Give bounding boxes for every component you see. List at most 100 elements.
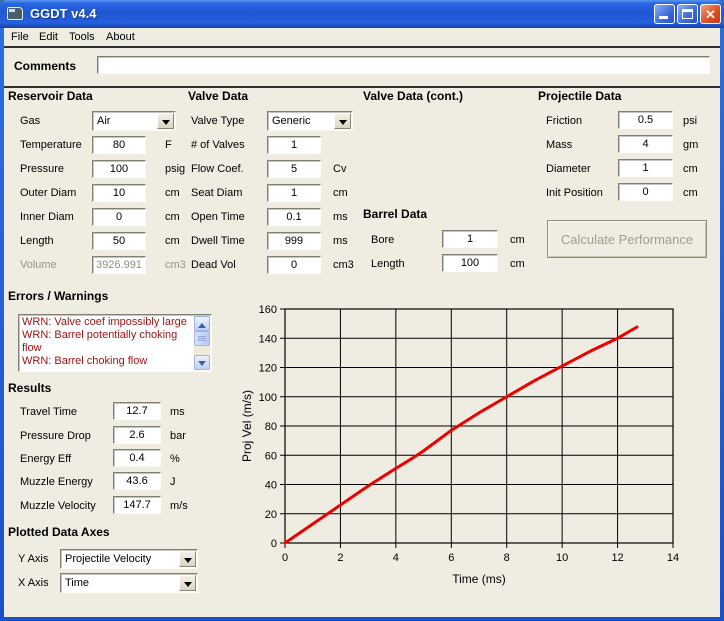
svg-text:2: 2	[337, 552, 343, 564]
maximize-button[interactable]	[677, 4, 698, 24]
svg-text:Proj Vel (m/s): Proj Vel (m/s)	[240, 390, 254, 462]
comments-input[interactable]	[97, 56, 710, 74]
calculate-performance-button[interactable]: Calculate Performance	[547, 220, 707, 258]
reservoir-data-header: Reservoir Data	[8, 89, 93, 103]
ggdt-window: GGDT v4.4 ✕ File Edit Tools About Commen…	[0, 0, 724, 621]
divider	[4, 46, 720, 48]
gas-select[interactable]: Air	[92, 111, 176, 131]
temperature-input[interactable]	[92, 136, 146, 154]
svg-text:6: 6	[448, 552, 454, 564]
grip-icon	[198, 336, 206, 341]
barrel-length-label: Length	[371, 258, 405, 270]
dropdown-arrow-button[interactable]	[157, 113, 174, 129]
chevron-down-icon	[183, 582, 192, 591]
diameter-label: Diameter	[546, 163, 591, 175]
chevron-down-icon	[183, 558, 192, 567]
close-button[interactable]: ✕	[700, 4, 721, 24]
pressure-drop-label: Pressure Drop	[20, 430, 91, 442]
menu-item-about[interactable]: About	[103, 30, 138, 44]
outer-diam-input[interactable]	[92, 184, 146, 202]
muzzle-energy-field[interactable]	[113, 472, 161, 490]
svg-text:60: 60	[265, 450, 277, 462]
flow-coef-unit: Cv	[333, 163, 347, 175]
volume-unit: cm3	[165, 259, 186, 271]
menubar: File Edit Tools About	[4, 28, 720, 46]
window-controls: ✕	[654, 4, 721, 24]
scroll-down-button[interactable]	[194, 355, 210, 370]
reservoir-length-input[interactable]	[92, 232, 146, 250]
chevron-down-icon	[161, 120, 170, 129]
valve-type-select[interactable]: Generic	[267, 111, 353, 131]
dwell-time-input[interactable]	[267, 232, 321, 250]
flow-coef-label: Flow Coef.	[191, 163, 244, 175]
comments-label: Comments	[14, 59, 77, 73]
diameter-unit: cm	[683, 163, 698, 175]
errors-scrollbar[interactable]	[194, 316, 210, 370]
valve-data-header: Valve Data	[188, 89, 249, 103]
outer-diam-label: Outer Diam	[20, 187, 77, 199]
errors-listbox[interactable]: WRN: Valve coef impossibly large WRN: Ba…	[18, 314, 212, 372]
errors-text: WRN: Valve coef impossibly large WRN: Ba…	[22, 316, 194, 368]
inner-diam-input[interactable]	[92, 208, 146, 226]
energy-eff-unit: %	[170, 453, 180, 465]
bore-input[interactable]	[442, 230, 498, 248]
gas-label: Gas	[20, 115, 41, 127]
mass-input[interactable]	[618, 135, 673, 153]
muzzle-velocity-field[interactable]	[113, 496, 161, 514]
scrollbar-thumb[interactable]	[194, 331, 210, 346]
menu-item-tools[interactable]: Tools	[66, 30, 98, 44]
init-position-unit: cm	[683, 187, 698, 199]
menu-item-edit[interactable]: Edit	[36, 30, 61, 44]
minimize-button[interactable]	[654, 4, 675, 24]
svg-text:14: 14	[667, 552, 679, 564]
menu-item-file[interactable]: File	[8, 30, 32, 44]
error-line: WRN: Valve coef impossibly large	[22, 316, 187, 328]
scroll-up-button[interactable]	[194, 316, 210, 331]
pressure-input[interactable]	[92, 160, 146, 178]
temperature-unit: F	[165, 139, 172, 151]
maximize-icon	[682, 9, 693, 19]
y-axis-select[interactable]: Projectile Velocity	[60, 549, 198, 569]
init-position-input[interactable]	[618, 183, 673, 201]
bore-label: Bore	[371, 234, 395, 246]
barrel-length-unit: cm	[510, 258, 525, 270]
num-valves-input[interactable]	[267, 136, 321, 154]
volume-field	[92, 256, 146, 274]
travel-time-field[interactable]	[113, 402, 161, 420]
barrel-data-header: Barrel Data	[363, 207, 428, 221]
friction-unit: psi	[683, 115, 698, 127]
dropdown-arrow-button[interactable]	[179, 551, 196, 567]
svg-text:160: 160	[259, 304, 277, 316]
seat-diam-unit: cm	[333, 187, 348, 199]
travel-time-label: Travel Time	[20, 406, 78, 418]
svg-text:140: 140	[259, 333, 277, 345]
svg-text:120: 120	[259, 363, 277, 375]
titlebar[interactable]: GGDT v4.4 ✕	[0, 0, 724, 28]
svg-text:10: 10	[556, 552, 568, 564]
seat-diam-input[interactable]	[267, 184, 321, 202]
dead-vol-input[interactable]	[267, 256, 321, 274]
valve-type-value: Generic	[272, 115, 311, 127]
diameter-input[interactable]	[618, 159, 673, 177]
friction-input[interactable]	[618, 111, 673, 129]
energy-eff-field[interactable]	[113, 449, 161, 467]
bore-unit: cm	[510, 234, 525, 246]
x-axis-select[interactable]: Time	[60, 573, 198, 593]
svg-text:0: 0	[282, 552, 288, 564]
dropdown-arrow-button[interactable]	[179, 575, 196, 591]
flow-coef-input[interactable]	[267, 160, 321, 178]
dead-vol-unit: cm3	[333, 259, 354, 271]
outer-diam-unit: cm	[165, 187, 180, 199]
muzzle-velocity-unit: m/s	[170, 500, 188, 512]
x-axis-value: Time	[65, 577, 90, 589]
app-icon	[7, 7, 23, 20]
mass-label: Mass	[546, 139, 573, 151]
results-header: Results	[8, 381, 52, 395]
energy-eff-label: Energy Eff	[20, 453, 72, 465]
valve-type-label: Valve Type	[191, 115, 245, 127]
pressure-drop-field[interactable]	[113, 426, 161, 444]
dropdown-arrow-button[interactable]	[334, 113, 351, 129]
open-time-input[interactable]	[267, 208, 321, 226]
barrel-length-input[interactable]	[442, 254, 498, 272]
init-position-label: Init Position	[546, 187, 603, 199]
